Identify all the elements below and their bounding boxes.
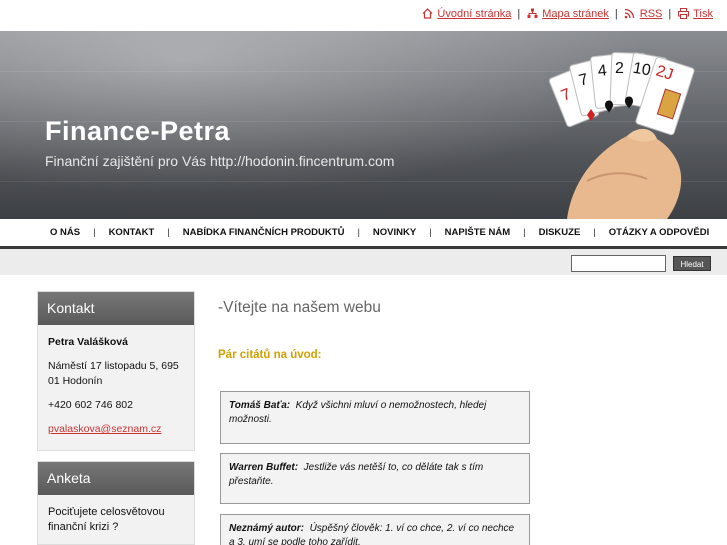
nav-item-otazky[interactable]: OTÁZKY A ODPOVĚDI <box>609 227 709 238</box>
nav-item-label[interactable]: NAPIŠTE NÁM <box>445 227 510 238</box>
nav-item-novinky[interactable]: NOVINKY | <box>373 227 445 238</box>
print-link[interactable]: Tisk <box>693 8 713 20</box>
nav-item-label[interactable]: NABÍDKA FINANČNÍCH PRODUKTŮ <box>183 227 345 238</box>
site-subtitle: Finanční zajištění pro Vás http://hodoni… <box>45 153 395 169</box>
rss-icon <box>624 8 636 20</box>
nav-separator: | <box>593 227 596 238</box>
contact-address: Náměstí 17 listopadu 5, 695 01 Hodonín <box>48 360 179 387</box>
nav-item-napiste-nam[interactable]: NAPIŠTE NÁM | <box>445 227 539 238</box>
home-link[interactable]: Úvodní stránka <box>437 8 511 20</box>
nav-item-o-nas[interactable]: O NÁS | <box>50 227 109 238</box>
poll-box: Anketa Pociťujete celosvětovou finanční … <box>37 461 195 545</box>
svg-text:10: 10 <box>632 60 653 80</box>
nav-item-label[interactable]: DISKUZE <box>539 227 581 238</box>
home-icon <box>421 8 433 20</box>
separator: | <box>614 8 618 20</box>
poll-question: Pociťujete celosvětovou finanční krizi ? <box>48 506 165 533</box>
top-utility-bar: Úvodní stránka | Mapa stránek | RSS | Ti… <box>0 0 727 30</box>
separator: | <box>517 8 521 20</box>
page-title: -Vítejte na našem webu <box>218 299 381 316</box>
sitemap-link[interactable]: Mapa stránek <box>542 8 609 20</box>
nav-separator: | <box>357 227 360 238</box>
search-input[interactable] <box>571 255 666 272</box>
nav-separator: | <box>523 227 526 238</box>
search-bar: Hledat <box>0 249 727 275</box>
nav-separator: | <box>167 227 170 238</box>
svg-text:4: 4 <box>597 62 608 80</box>
print-icon <box>677 8 689 20</box>
sitemap-icon <box>526 8 538 20</box>
nav-item-diskuze[interactable]: DISKUZE | <box>539 227 609 238</box>
contact-name: Petra Valášková <box>48 336 128 348</box>
quote-author: Neznámý autor: <box>229 523 305 534</box>
nav-item-label[interactable]: O NÁS <box>50 227 80 238</box>
nav-separator: | <box>429 227 432 238</box>
nav-item-label[interactable]: KONTAKT <box>109 227 155 238</box>
rss-link[interactable]: RSS <box>640 8 663 20</box>
poll-heading: Anketa <box>38 462 194 495</box>
nav-item-label[interactable]: NOVINKY <box>373 227 416 238</box>
nav-item-nabidka[interactable]: NABÍDKA FINANČNÍCH PRODUKTŮ | <box>183 227 373 238</box>
main-nav: O NÁS | KONTAKT | NABÍDKA FINANČNÍCH PRODU… <box>0 219 727 249</box>
nav-separator: | <box>93 227 96 238</box>
quote-box: Neznámý autor: Úspěšný člověk: 1. ví co … <box>220 514 530 545</box>
search-button[interactable]: Hledat <box>673 256 711 271</box>
quote-author: Tomáš Baťa: <box>229 400 291 411</box>
site-title[interactable]: Finance-Petra <box>45 116 230 147</box>
nav-item-label[interactable]: OTÁZKY A ODPOVĚDI <box>609 227 709 238</box>
contact-phone: +420 602 746 802 <box>48 399 133 411</box>
quote-box: Warren Buffet: Jestliže vás netěší to, c… <box>220 453 530 504</box>
quotes-heading: Pár citátů na úvod: <box>218 349 322 361</box>
playing-cards-image: 7 7 4 2 10 2J <box>548 52 695 219</box>
header-banner: Finance-Petra Finanční zajištění pro Vás… <box>0 31 727 219</box>
contact-heading: Kontakt <box>38 292 194 325</box>
quote-author: Warren Buffet: <box>229 462 299 473</box>
contact-email-link[interactable]: pvalaskova@seznam.cz <box>48 423 161 435</box>
separator: | <box>668 8 672 20</box>
contact-box: Kontakt Petra Valášková Náměstí 17 listo… <box>37 291 195 451</box>
quote-box: Tomáš Baťa: Když všichni mluví o nemožno… <box>220 391 530 444</box>
nav-item-kontakt[interactable]: KONTAKT | <box>109 227 183 238</box>
svg-text:2: 2 <box>615 60 624 77</box>
